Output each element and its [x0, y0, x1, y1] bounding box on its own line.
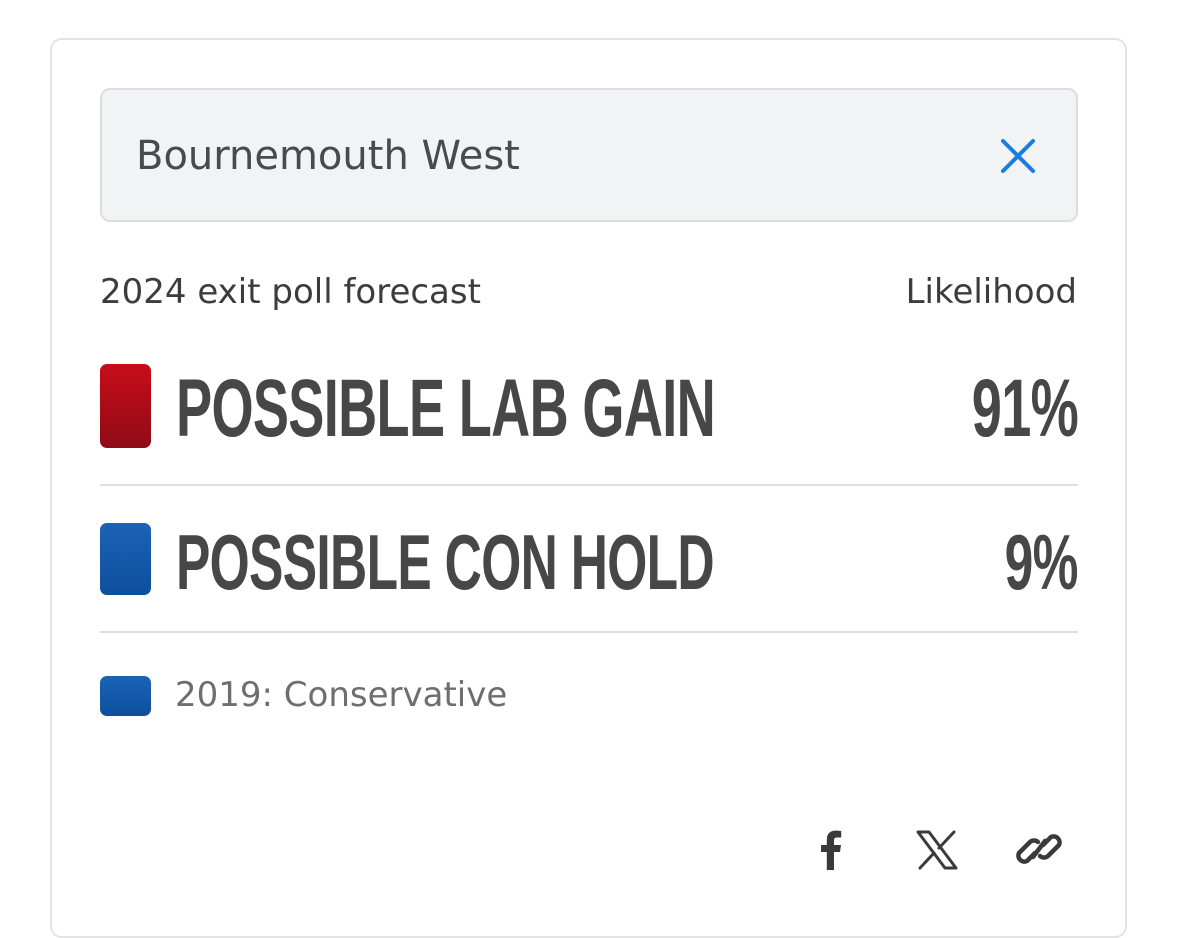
outcome-label: POSSIBLE CON HOLD: [176, 518, 715, 606]
outcome-likelihood: 91%: [971, 363, 1079, 454]
forecast-heading: 2024 exit poll forecast: [100, 272, 481, 312]
search-input[interactable]: [136, 126, 956, 186]
row-divider: [100, 484, 1078, 486]
previous-result-label: 2019: Conservative: [175, 675, 508, 715]
copy-link-button[interactable]: [1014, 822, 1064, 876]
likelihood-heading: Likelihood: [905, 272, 1077, 312]
outcome-row-con: POSSIBLE CON HOLD 9%: [100, 518, 1079, 606]
x-icon: [916, 830, 958, 870]
previous-result-swatch: [100, 676, 151, 716]
share-facebook-button[interactable]: [806, 822, 856, 876]
share-x-button[interactable]: [912, 822, 962, 876]
close-icon: [1001, 139, 1035, 173]
row-divider: [100, 631, 1078, 633]
facebook-icon: [821, 830, 842, 870]
outcome-label: POSSIBLE LAB GAIN: [176, 363, 716, 454]
clear-search-button[interactable]: [996, 134, 1040, 178]
link-icon: [1016, 834, 1062, 864]
outcome-row-lab: POSSIBLE LAB GAIN 91%: [100, 363, 1079, 454]
party-swatch-con: [100, 523, 151, 595]
outcome-likelihood: 9%: [1004, 518, 1079, 606]
constituency-search[interactable]: [100, 88, 1078, 222]
party-swatch-lab: [100, 364, 151, 448]
